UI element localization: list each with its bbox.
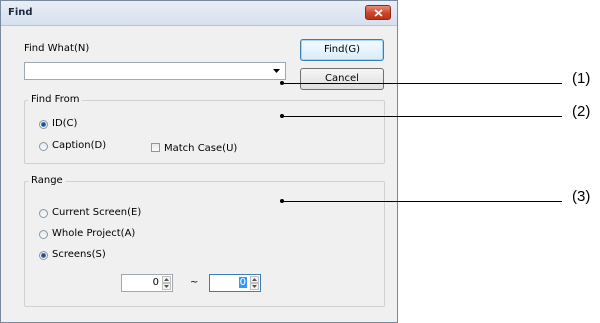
close-button[interactable] <box>365 5 391 20</box>
dropdown-arrow-icon[interactable] <box>273 69 280 73</box>
spin-down-icon <box>252 285 257 288</box>
spin-down-icon <box>164 285 169 288</box>
spin-up-button[interactable] <box>250 276 259 283</box>
window-title: Find <box>8 7 33 18</box>
range-tilde: ~ <box>190 277 199 288</box>
find-what-label: Find What(N) <box>24 43 90 54</box>
find-button[interactable]: Find(G) <box>300 39 384 61</box>
spin-down-button[interactable] <box>162 283 171 290</box>
radio-id[interactable] <box>39 120 48 129</box>
screen-to-arrows[interactable] <box>250 276 259 290</box>
title-bar: Find <box>1 1 397 26</box>
find-what-combobox[interactable] <box>24 62 286 80</box>
radio-current-screen-label: Current Screen(E) <box>52 207 142 218</box>
screen-from-spinner[interactable]: 0 <box>121 274 173 292</box>
radio-caption-label: Caption(D) <box>52 140 107 151</box>
match-case-label: Match Case(U) <box>164 143 238 154</box>
range-group <box>24 181 385 307</box>
find-from-group <box>24 100 385 164</box>
cancel-button[interactable]: Cancel <box>300 68 384 90</box>
radio-screens-label: Screens(S) <box>52 249 106 260</box>
screen-from-arrows[interactable] <box>162 276 171 290</box>
match-case-checkbox[interactable] <box>151 143 160 152</box>
callout-line-1 <box>282 83 562 84</box>
spin-up-button[interactable] <box>162 276 171 283</box>
radio-screens[interactable] <box>39 251 48 260</box>
find-from-title: Find From <box>28 94 83 105</box>
callout-label-3: (3) <box>572 188 591 205</box>
spin-down-button[interactable] <box>250 283 259 290</box>
radio-whole-project[interactable] <box>39 230 48 239</box>
find-dialog: Find Find What(N) Find(G) Cancel Find Fr… <box>0 0 398 323</box>
callout-line-2 <box>282 116 562 117</box>
spin-up-icon <box>252 278 257 281</box>
screen-to-value: 0 <box>238 277 247 288</box>
spin-up-icon <box>164 278 169 281</box>
close-icon <box>374 9 383 17</box>
screen-from-value: 0 <box>152 277 159 288</box>
radio-id-label: ID(C) <box>52 118 78 129</box>
screen-to-spinner[interactable]: 0 <box>209 274 261 292</box>
callout-label-1: (1) <box>572 70 591 87</box>
radio-caption[interactable] <box>39 142 48 151</box>
radio-current-screen[interactable] <box>39 209 48 218</box>
radio-whole-project-label: Whole Project(A) <box>52 228 136 239</box>
range-title: Range <box>28 175 66 186</box>
callout-label-2: (2) <box>572 103 591 120</box>
callout-line-3 <box>282 201 562 202</box>
